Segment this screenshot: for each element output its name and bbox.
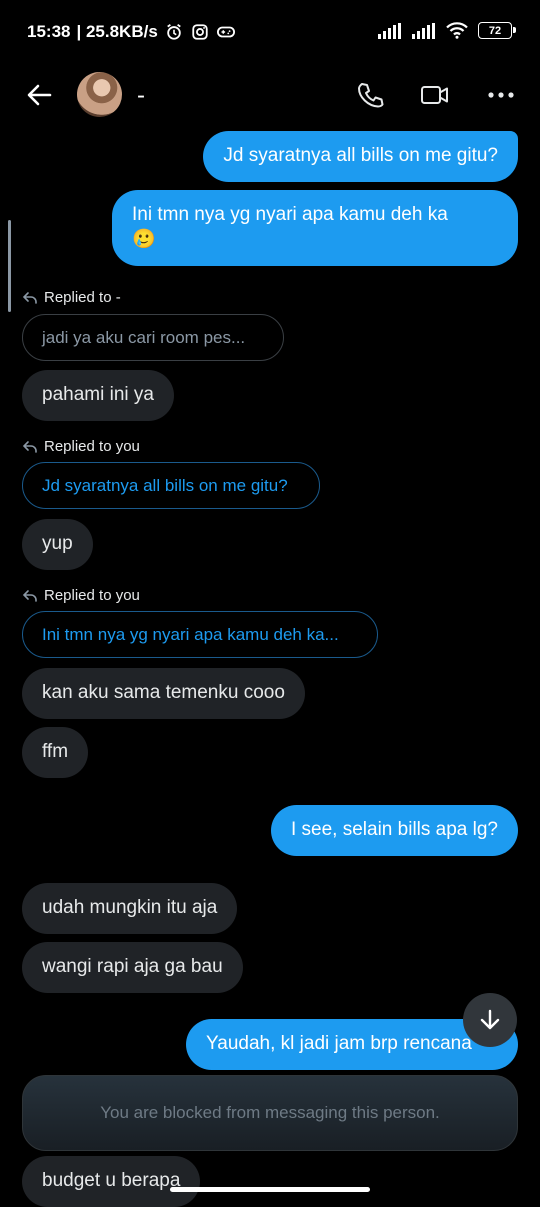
blocked-notice: You are blocked from messaging this pers… — [22, 1075, 518, 1151]
reply-quote[interactable]: Jd syaratnya all bills on me gitu? — [22, 462, 320, 509]
scrollbar[interactable] — [8, 220, 11, 312]
more-icon[interactable] — [486, 80, 516, 110]
message-bubble-outgoing[interactable]: Jd syaratnya all bills on me gitu? — [203, 131, 518, 182]
message-bubble-outgoing[interactable]: Ini tmn nya yg nyari apa kamu deh ka 🥲 — [112, 190, 518, 266]
reply-label: Replied to you — [22, 438, 140, 455]
message-bubble-incoming[interactable]: kan aku sama temenku cooo — [22, 668, 305, 719]
reply-label: Replied to - — [22, 289, 121, 306]
video-icon[interactable] — [420, 80, 450, 110]
status-right: 72 — [378, 22, 516, 39]
message-bubble-incoming[interactable]: udah mungkin itu aja — [22, 883, 238, 934]
scroll-to-bottom-button[interactable] — [463, 993, 517, 1047]
reply-icon — [22, 291, 37, 304]
message-bubble-incoming[interactable]: wangi rapi aja ga bau — [22, 942, 243, 993]
home-indicator[interactable] — [170, 1187, 370, 1192]
message-bubble-incoming[interactable]: budget u berapa — [22, 1156, 201, 1207]
status-left: 15:38 | 25.8KB/s — [27, 22, 236, 42]
status-time: 15:38 — [27, 22, 71, 41]
avatar[interactable] — [77, 72, 122, 117]
battery-level: 72 — [488, 24, 502, 37]
message-bubble-incoming[interactable]: yup — [22, 519, 93, 570]
phone-icon[interactable] — [355, 80, 385, 110]
battery-icon: 72 — [478, 22, 516, 39]
message-bubble-outgoing[interactable]: I see, selain bills apa lg? — [270, 805, 518, 856]
message-bubble-incoming[interactable]: ffm — [22, 727, 89, 778]
reply-quote[interactable]: jadi ya aku cari room pes... — [22, 314, 284, 361]
message-bubble-incoming[interactable]: pahami ini ya — [22, 370, 174, 421]
alarm-icon — [166, 24, 181, 40]
wifi-icon — [446, 22, 468, 39]
status-bar: 15:38 | 25.8KB/s 72 — [0, 0, 540, 66]
gamepad-icon — [216, 26, 235, 38]
reply-icon — [22, 589, 37, 602]
status-net-speed: | 25.8KB/s — [76, 22, 158, 41]
reply-icon — [22, 440, 37, 453]
arrow-down-icon — [480, 1009, 500, 1030]
instagram-icon — [192, 24, 208, 40]
emoji: 🥲 — [132, 229, 156, 250]
back-arrow-icon[interactable] — [24, 80, 54, 110]
reply-quote[interactable]: Ini tmn nya yg nyari apa kamu deh ka... — [22, 611, 378, 658]
reply-label: Replied to you — [22, 587, 140, 604]
contact-name[interactable]: - — [137, 82, 145, 110]
signal-icon — [412, 22, 435, 39]
signal-icon — [378, 22, 401, 39]
